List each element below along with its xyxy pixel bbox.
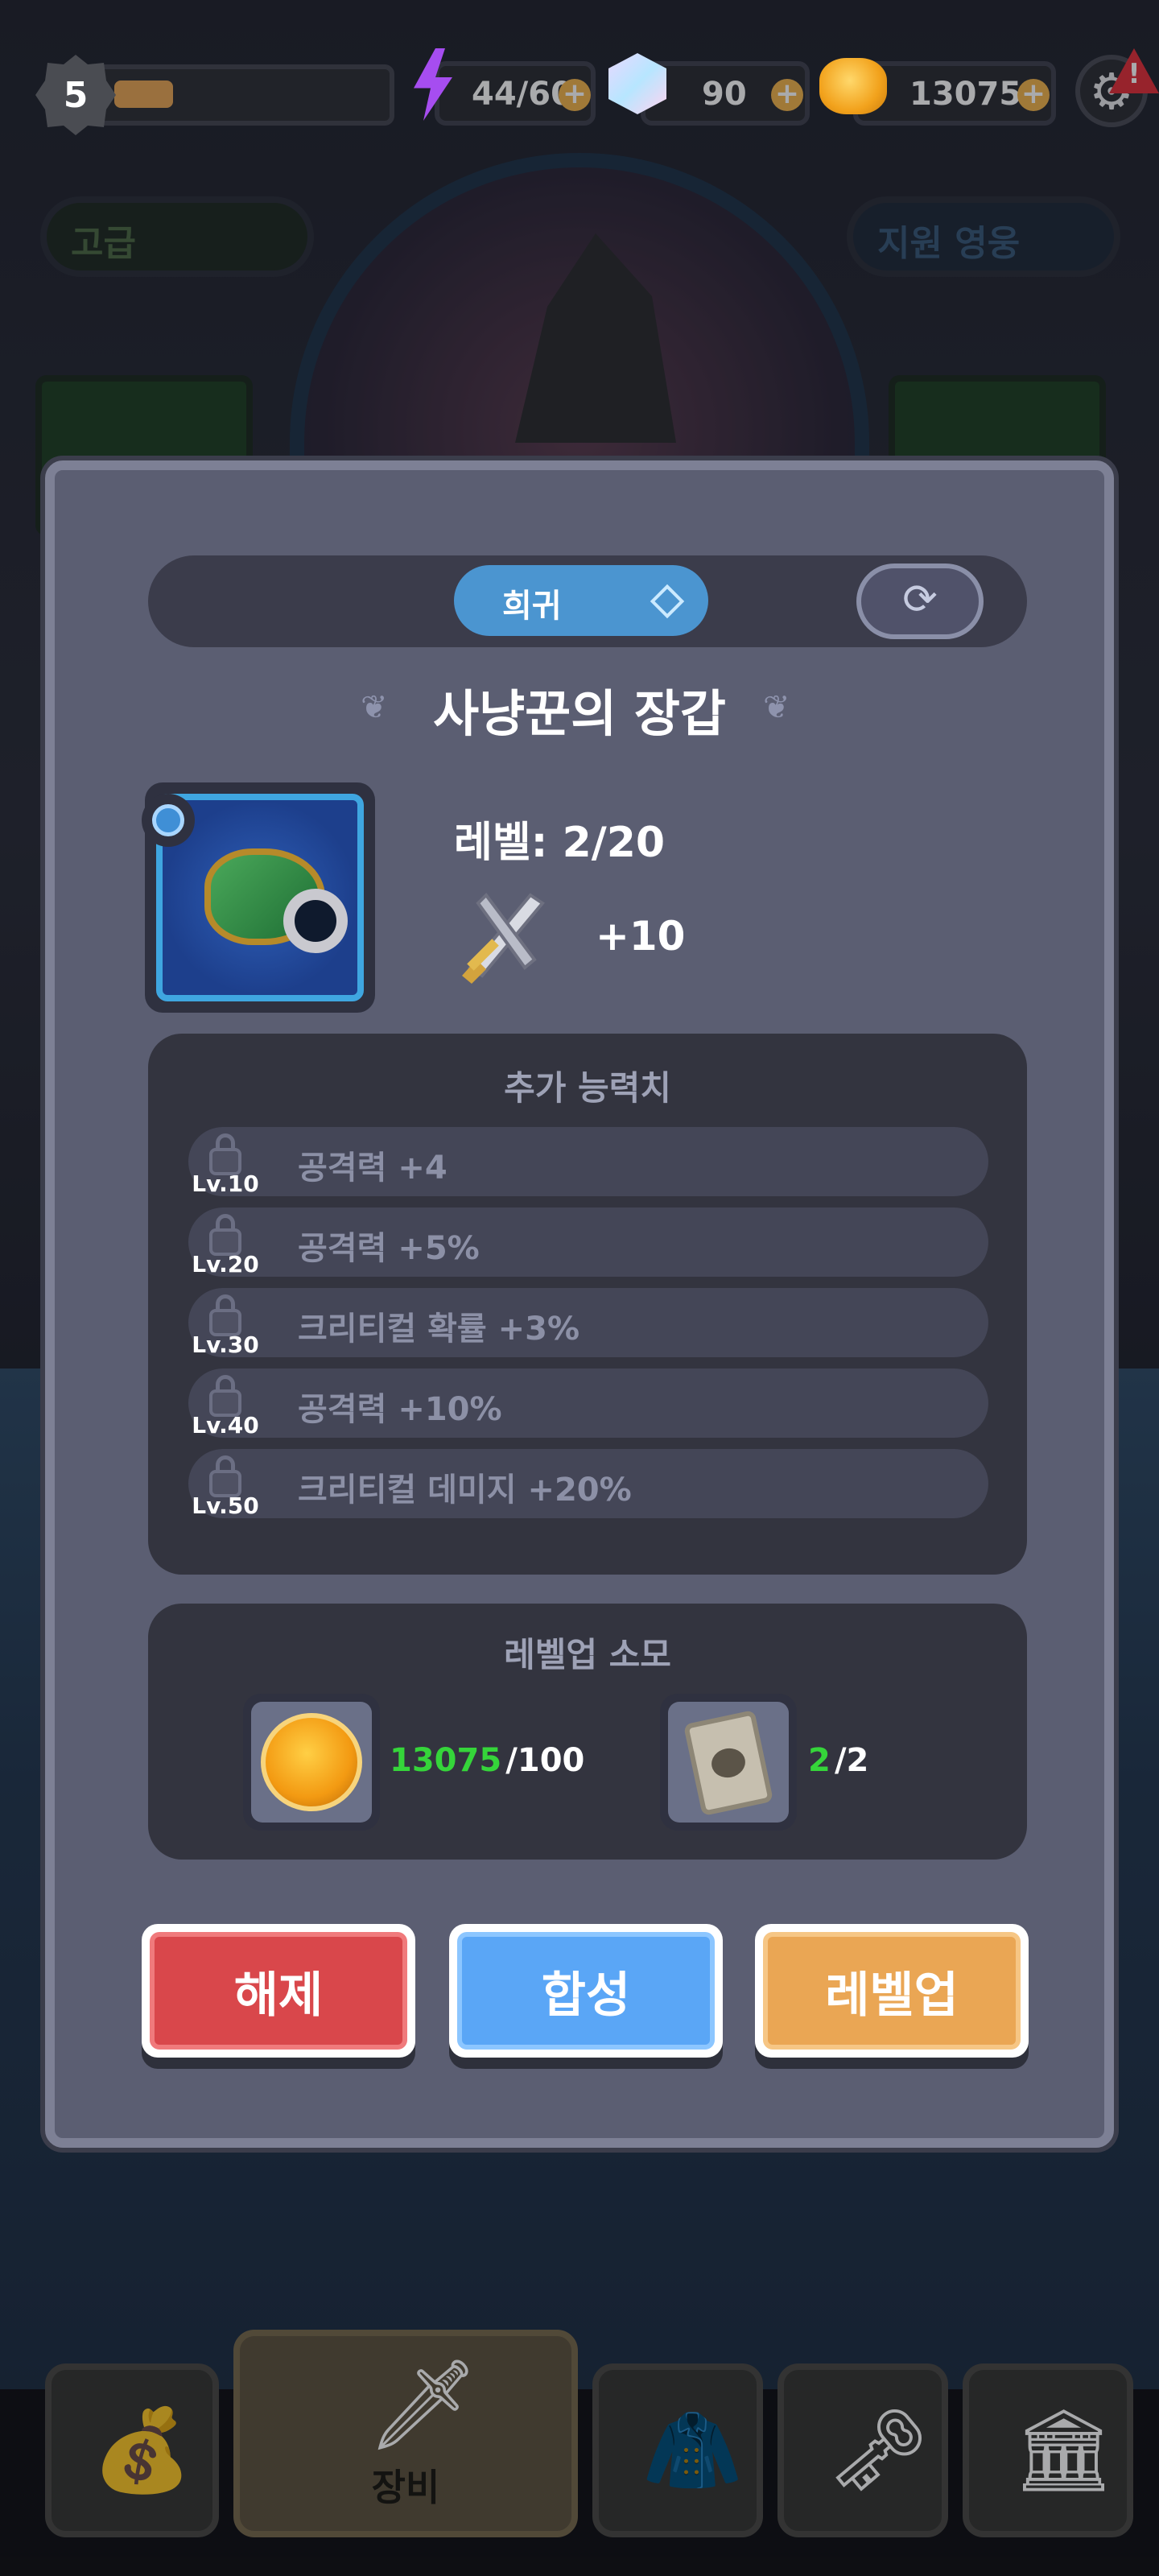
bonus-unlock-level: Lv.10 xyxy=(192,1170,259,1197)
item-title-row: 사냥꾼의 장갑 xyxy=(55,673,1104,745)
bonus-unlock-level: Lv.20 xyxy=(192,1251,259,1278)
bonus-row: Lv.20 공격력 +5% xyxy=(188,1208,988,1278)
bonus-text: 크리티컬 확률 +3% xyxy=(298,1311,580,1348)
bonus-text: 공격력 +5% xyxy=(298,1230,480,1267)
rarity-bar: 희귀 ⟳ xyxy=(148,555,1027,647)
gold-cost: 13075 /100 xyxy=(390,1742,584,1779)
lock-icon: Lv.40 xyxy=(192,1370,259,1439)
scroll-icon xyxy=(683,1709,774,1817)
lock-icon: Lv.20 xyxy=(192,1209,259,1278)
lock-icon: Lv.10 xyxy=(192,1129,259,1197)
bonus-unlock-level: Lv.40 xyxy=(192,1412,259,1439)
lock-icon: Lv.30 xyxy=(192,1290,259,1358)
bonus-row: Lv.50 크리티컬 데미지 +20% xyxy=(188,1449,988,1519)
rarity-badge: 희귀 xyxy=(454,565,708,636)
bonus-text: 크리티컬 데미지 +20% xyxy=(298,1472,632,1509)
lock-icon: Lv.50 xyxy=(192,1451,259,1519)
bonus-text: 공격력 +4 xyxy=(298,1150,448,1187)
player-level-badge[interactable]: 5 xyxy=(35,55,116,135)
unequip-button[interactable]: 해제 xyxy=(142,1924,415,2058)
bonus-unlock-level: Lv.50 xyxy=(192,1492,259,1519)
levelup-cost-title: 레벨업 소모 xyxy=(504,1635,671,1674)
extra-stats-title: 추가 능력치 xyxy=(504,1068,671,1108)
bonus-row: Lv.30 크리티컬 확률 +3% xyxy=(188,1288,988,1358)
glove-cuff xyxy=(283,889,348,953)
refresh-icon: ⟳ xyxy=(902,576,938,624)
combine-button[interactable]: 합성 xyxy=(449,1924,723,2058)
extra-stats-panel: 추가 능력치 Lv.10 공격력 +4 Lv.20 공격력 +5% Lv.30 … xyxy=(148,1034,1027,1575)
bonus-unlock-level: Lv.30 xyxy=(192,1331,259,1358)
attack-icon xyxy=(462,892,545,984)
combine-label: 합성 xyxy=(457,1932,715,2050)
rarity-gem-icon xyxy=(142,794,195,847)
item-detail-modal: 희귀 ⟳ ❦ 사냥꾼의 장갑 ❦ 레벨: 2/20 +10 추가 능력치 Lv.… xyxy=(45,460,1114,2148)
levelup-button[interactable]: 레벨업 xyxy=(755,1924,1029,2058)
scroll-cost: 2 /2 xyxy=(808,1742,868,1779)
gold-cost-have: 13075 xyxy=(390,1742,502,1779)
bonus-row: Lv.10 공격력 +4 xyxy=(188,1127,988,1197)
unequip-label: 해제 xyxy=(150,1932,407,2050)
bonus-text: 공격력 +10% xyxy=(298,1391,502,1428)
gold-cost-slot xyxy=(243,1694,380,1831)
scroll-cost-slot xyxy=(660,1694,797,1831)
title-flourish-right-icon: ❦ xyxy=(763,689,790,726)
item-name: 사냥꾼의 장갑 xyxy=(433,684,726,743)
levelup-cost-panel: 레벨업 소모 13075 /100 2 /2 xyxy=(148,1604,1027,1860)
bonus-row: Lv.40 공격력 +10% xyxy=(188,1368,988,1439)
attack-bonus: +10 xyxy=(596,913,686,960)
scroll-cost-have: 2 xyxy=(808,1742,831,1779)
swap-button[interactable]: ⟳ xyxy=(856,564,984,639)
rarity-label: 희귀 xyxy=(502,588,562,625)
gold-coin-icon xyxy=(261,1713,362,1811)
gold-icon xyxy=(819,58,887,114)
item-level: 레벨: 2/20 xyxy=(454,819,666,867)
levelup-label: 레벨업 xyxy=(763,1932,1021,2050)
gold-cost-need: /100 xyxy=(505,1742,585,1779)
scroll-cost-need: /2 xyxy=(834,1742,869,1779)
diamond-icon xyxy=(650,584,685,619)
player-level: 5 xyxy=(63,74,89,116)
